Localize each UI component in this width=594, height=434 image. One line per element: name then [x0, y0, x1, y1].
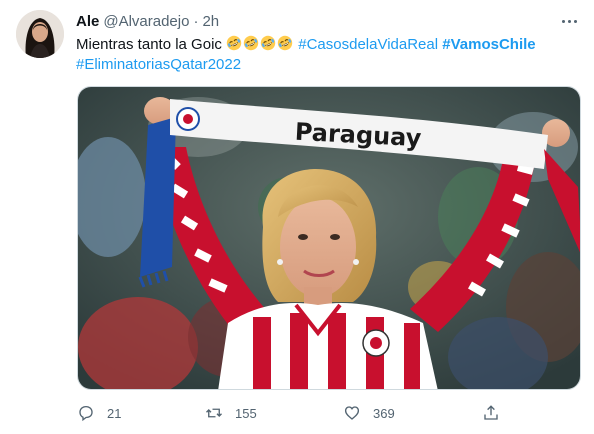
emoji-group	[226, 35, 294, 53]
tweet-header: Ale @Alvaradejo · 2h	[76, 11, 219, 31]
avatar[interactable]	[16, 10, 64, 58]
photo-illustration: Paraguay	[78, 87, 580, 389]
avatar-image	[16, 10, 64, 58]
rofl-emoji	[277, 35, 293, 51]
hashtag-link[interactable]: #VamosChile	[442, 36, 535, 53]
tweet-timestamp[interactable]: 2h	[202, 13, 219, 30]
author-name[interactable]: Ale	[76, 13, 99, 30]
author-handle[interactable]: @Alvaradejo	[103, 13, 189, 30]
rofl-emoji	[260, 35, 276, 51]
like-button[interactable]: 369	[343, 402, 395, 424]
rofl-emoji	[226, 35, 242, 51]
like-icon	[344, 406, 360, 420]
tweet-text-prefix: Mientras tanto la Goic	[76, 36, 227, 53]
tweet-actions: 21 155 369	[77, 402, 517, 424]
reply-icon	[79, 405, 93, 422]
more-icon[interactable]	[558, 10, 580, 32]
retweet-button[interactable]: 155	[205, 402, 257, 424]
separator-dot: ·	[193, 12, 199, 30]
rofl-emoji	[243, 35, 259, 51]
share-icon	[484, 405, 498, 420]
tweet[interactable]: Ale @Alvaradejo · 2h Mientras tanto la G…	[0, 0, 594, 434]
tweet-text: Mientras tanto la Goic #CasosdelaVidaRea…	[76, 35, 576, 75]
like-count: 369	[373, 405, 395, 421]
hashtag-link[interactable]: #CasosdelaVidaReal	[298, 36, 438, 53]
hashtag-link[interactable]: #EliminatoriasQatar2022	[76, 56, 241, 73]
share-button[interactable]	[482, 402, 512, 424]
reply-count: 21	[107, 405, 122, 421]
retweet-icon	[206, 408, 222, 418]
tweet-media-photo[interactable]: Paraguay	[77, 86, 581, 390]
retweet-count: 155	[235, 405, 257, 421]
reply-button[interactable]: 21	[77, 402, 121, 424]
